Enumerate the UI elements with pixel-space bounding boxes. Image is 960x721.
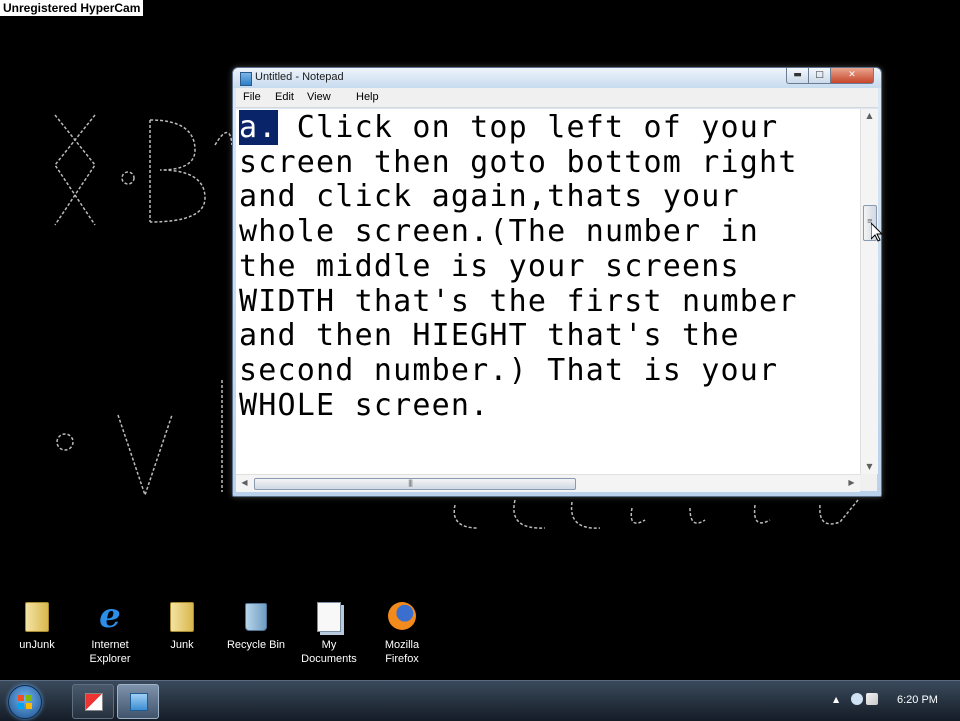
notepad-icon [240,72,252,86]
network-icon[interactable] [851,693,863,705]
scroll-left-arrow-icon[interactable]: ◀ [236,478,253,487]
title-bar[interactable]: Untitled - Notepad ▬ □ ✕ [233,68,881,88]
maximize-button[interactable]: □ [808,68,831,84]
document-text[interactable]: a. Click on top left of your screen then… [239,110,798,423]
taskbar-button-notepad[interactable] [117,684,159,719]
taskbar-button-hypercam[interactable] [72,684,114,719]
notepad-icon [130,693,148,711]
desktop-icon-label: Recycle Bin [226,639,286,651]
recycle-bin-icon [245,603,267,631]
horizontal-scrollbar[interactable]: ◀ ||| ▶ [236,474,860,492]
text-editor-area[interactable]: a. Click on top left of your screen then… [236,109,860,474]
desktop-icon-my-documents[interactable]: My Documents [294,600,364,666]
notepad-window[interactable]: Untitled - Notepad ▬ □ ✕ File Edit View … [232,67,882,497]
menu-edit[interactable]: Edit [275,91,294,103]
text-line-8: second number.) That is your [239,352,779,388]
text-line-7: and then HIEGHT that's the [239,318,740,354]
my-documents-icon [317,602,341,632]
text-line-2: screen then goto bottom right [239,144,798,180]
close-button[interactable]: ✕ [830,68,874,84]
volume-icon[interactable] [866,693,878,705]
text-line-1: Click on top left of your [277,110,779,145]
scroll-down-arrow-icon[interactable]: ▼ [861,462,878,471]
vertical-scrollbar[interactable]: ▲ ≡ ▼ [860,109,878,474]
desktop-icon-mozilla-firefox[interactable]: Mozilla Firefox [367,600,437,666]
desktop-icon-internet-explorer[interactable]: e Internet Explorer [75,596,145,666]
desktop-icon-label: Junk [170,639,194,651]
taskbar: ▲ 6:20 PM [0,680,960,721]
scroll-right-arrow-icon[interactable]: ▶ [843,478,860,487]
menu-file[interactable]: File [243,91,261,103]
internet-explorer-icon: e [99,596,121,636]
menu-view[interactable]: View [307,91,331,103]
text-line-9: WHOLE screen. [239,387,490,423]
desktop-icon-label: Internet Explorer [89,639,131,665]
text-line-5: the middle is your screens [239,248,740,284]
text-line-4: whole screen.(The number in [239,214,760,250]
menu-bar: File Edit View Help [236,88,878,108]
scroll-up-arrow-icon[interactable]: ▲ [861,111,878,120]
desktop-icon-label: My Documents [301,639,357,665]
selected-text: a. [239,110,278,145]
desktop-icon-label: unJunk [19,639,55,651]
folder-icon [170,602,194,632]
text-line-3: and click again,thats your [239,179,740,215]
window-title: Untitled - Notepad [255,71,344,83]
desktop-icon-label: Mozilla Firefox [384,639,420,665]
start-button[interactable] [8,685,42,719]
size-grip[interactable] [860,474,877,491]
windows-logo-icon [18,695,32,709]
menu-help[interactable]: Help [356,91,379,103]
mouse-cursor-icon [871,223,883,242]
folder-icon [25,602,49,632]
firefox-icon [388,602,416,630]
clock[interactable]: 6:20 PM [897,694,938,706]
minimize-button[interactable]: ▬ [786,68,809,84]
desktop-icon-junk[interactable]: Junk [147,600,217,652]
hypercam-icon [85,693,103,711]
desktop-icon-recycle-bin[interactable]: Recycle Bin [221,600,291,652]
text-line-6: WIDTH that's the first number [239,283,798,319]
desktop-icon-unjunk[interactable]: unJunk [2,600,72,652]
horizontal-scroll-thumb[interactable]: ||| [254,478,576,490]
show-hidden-icons-button[interactable]: ▲ [833,695,839,704]
grip-icon: ||| [408,479,413,487]
